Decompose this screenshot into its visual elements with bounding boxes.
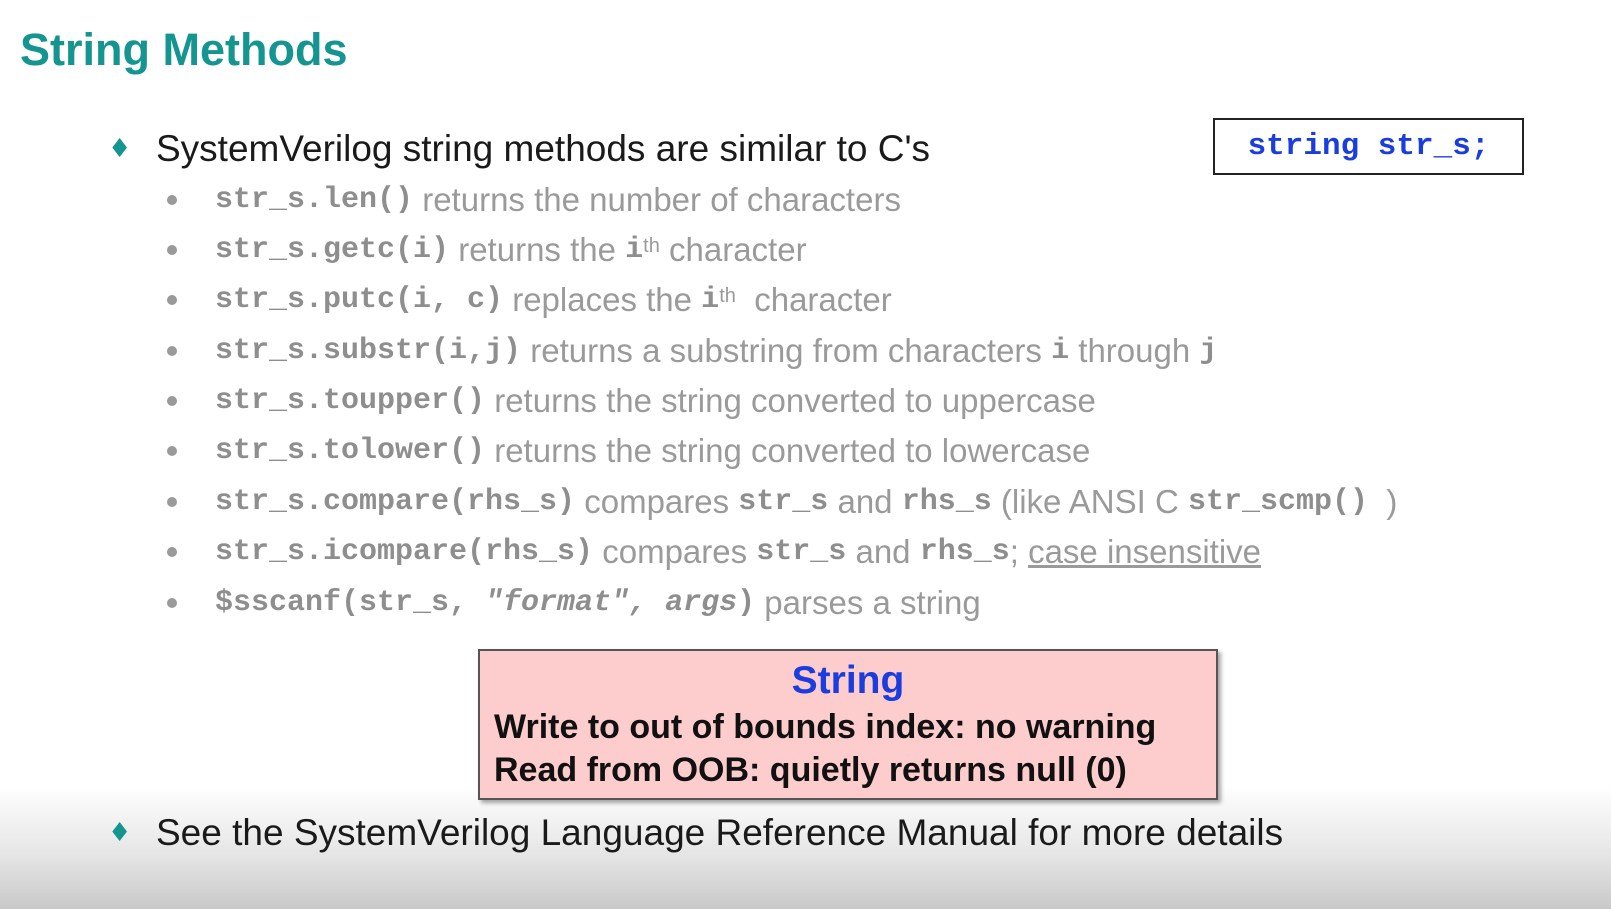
warning-line-1: Write to out of bounds index: no warning (494, 708, 1157, 746)
method-description-mid: (like ANSI C (991, 483, 1188, 520)
warning-title: String (791, 659, 905, 702)
dot-bullet-icon (167, 396, 177, 406)
code-declaration-box: string str_s; (1213, 118, 1524, 175)
method-description: replaces the (503, 281, 702, 318)
inline-code: str_scmp() (1187, 485, 1368, 519)
method-description: compares (575, 483, 739, 520)
inline-code: str_s (738, 485, 829, 519)
method-description-tail: ) (1367, 483, 1398, 520)
sub-bullet-len: str_s.len() returns the number of charac… (167, 176, 901, 224)
sub-bullet-tolower: str_s.tolower() returns the string conve… (167, 427, 1090, 475)
method-description: compares (593, 533, 757, 570)
method-description-tail: character (735, 281, 892, 318)
footer-bullet: ♦ See the SystemVerilog Language Referen… (108, 809, 1283, 857)
sub-bullet-icompare: str_s.icompare(rhs_s) compares str_s and… (167, 528, 1261, 576)
dot-bullet-icon (167, 446, 177, 456)
method-description-mid: and (846, 533, 920, 570)
dot-bullet-icon (167, 295, 177, 305)
inline-code: str_s (756, 535, 847, 569)
index-var: j (1199, 334, 1218, 368)
method-code: str_s.substr(i,j) (215, 334, 522, 368)
method-description-tail: character (659, 231, 807, 268)
index-var: i (1051, 334, 1070, 368)
superscript: th (719, 284, 736, 307)
method-description: returns the string converted to uppercas… (485, 382, 1096, 419)
dot-bullet-icon (167, 497, 177, 507)
inline-code: rhs_s (919, 535, 1010, 569)
dot-bullet-icon (167, 598, 177, 608)
method-description-mid: through (1069, 332, 1200, 369)
method-code: str_s.len() (215, 183, 414, 217)
slide-title: String Methods (20, 24, 348, 75)
method-code-args: "format", args (485, 586, 738, 620)
index-var: i (701, 283, 720, 317)
method-description: returns the (449, 231, 626, 268)
footer-bullet-text: See the SystemVerilog Language Reference… (156, 812, 1284, 853)
method-code: str_s.getc(i) (215, 233, 450, 267)
sub-bullet-putc: str_s.putc(i, c) replaces the i th charac… (167, 276, 892, 324)
method-description-mid: ; (1009, 533, 1029, 570)
diamond-bullet-icon: ♦ (108, 818, 132, 848)
sub-bullet-compare: str_s.compare(rhs_s) compares str_s and … (167, 478, 1397, 526)
method-code-close: ) (737, 586, 756, 620)
method-code: str_s.compare(rhs_s) (215, 485, 576, 519)
dot-bullet-icon (167, 195, 177, 205)
method-description-mid: and (828, 483, 902, 520)
warning-line-2: Read from OOB: quietly returns null (0) (494, 751, 1127, 789)
sub-bullet-sscanf: $sscanf(str_s, "format", args) parses a … (167, 579, 981, 627)
sub-bullet-toupper: str_s.toupper() returns the string conve… (167, 377, 1096, 425)
sub-bullet-substr: str_s.substr(i,j) returns a substring fr… (167, 327, 1217, 375)
dot-bullet-icon (167, 346, 177, 356)
superscript: th (643, 234, 660, 257)
dot-bullet-icon (167, 245, 177, 255)
method-code: str_s.putc(i, c) (215, 283, 504, 317)
method-code: str_s.toupper() (215, 384, 486, 418)
diamond-bullet-icon: ♦ (108, 134, 132, 164)
main-bullet-text: SystemVerilog string methods are similar… (156, 128, 931, 169)
method-code: str_s.tolower() (215, 434, 486, 468)
method-code: $sscanf(str_s, (215, 586, 486, 620)
warning-callout: String Write to out of bounds index: no … (478, 649, 1218, 800)
inline-code: rhs_s (901, 485, 992, 519)
method-description: returns a substring from characters (521, 332, 1052, 369)
sub-bullet-getc: str_s.getc(i) returns the i th character (167, 226, 807, 274)
case-insensitive-link[interactable]: case insensitive (1028, 533, 1261, 571)
dot-bullet-icon (167, 547, 177, 557)
method-description: parses a string (755, 584, 981, 621)
method-description: returns the number of characters (413, 181, 901, 218)
method-code: str_s.icompare(rhs_s) (215, 535, 594, 569)
index-var: i (625, 233, 644, 267)
main-bullet: ♦ SystemVerilog string methods are simil… (108, 125, 930, 173)
method-description: returns the string converted to lowercas… (485, 432, 1091, 469)
